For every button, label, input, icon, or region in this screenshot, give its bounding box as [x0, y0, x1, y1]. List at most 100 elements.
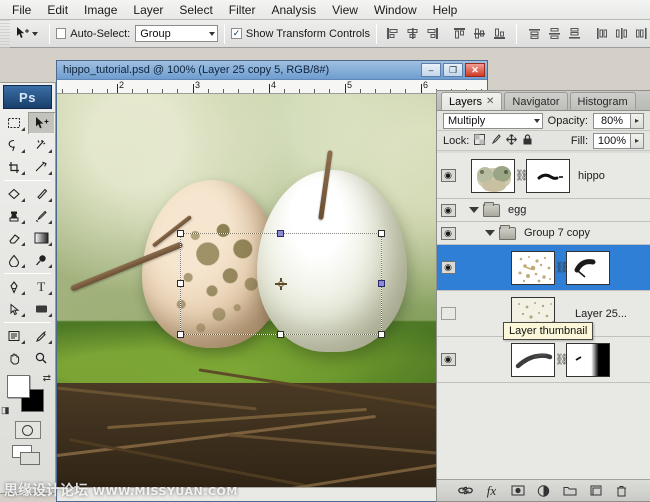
align-horizontal-centers-button[interactable]	[403, 25, 421, 43]
link-icon[interactable]: ⛓	[555, 353, 569, 366]
expand-collapse-icon[interactable]	[485, 230, 495, 236]
table-row[interactable]: ◉ ⛓	[437, 153, 650, 199]
layers-list[interactable]: ◉ ⛓ hippo ◉ egg ◉ Group 7 copy ◉ ⛓ Layer…	[437, 153, 650, 479]
brush-tool-button[interactable]	[28, 183, 56, 205]
menu-item-layer[interactable]: Layer	[125, 1, 171, 19]
branch-layer-thumbnail[interactable]	[511, 342, 555, 377]
move-tool-button[interactable]	[27, 112, 55, 134]
eyedropper-tool-button[interactable]	[28, 325, 56, 347]
eraser-tool-button[interactable]	[0, 227, 28, 249]
menu-item-select[interactable]: Select	[171, 1, 220, 19]
document-title-bar[interactable]: hippo_tutorial.psd @ 100% (Layer 25 copy…	[57, 61, 487, 80]
speckle-layer-thumbnail[interactable]	[511, 250, 555, 285]
transform-handle-top-left[interactable]	[177, 230, 184, 237]
align-left-edges-button[interactable]	[383, 25, 401, 43]
layer-visibility-toggle[interactable]: ◉	[437, 307, 459, 320]
menu-item-view[interactable]: View	[324, 1, 366, 19]
expand-collapse-icon[interactable]	[469, 207, 479, 213]
tab-histogram[interactable]: Histogram	[569, 92, 636, 110]
transform-handle-top-center[interactable]	[277, 230, 284, 237]
layer-visibility-toggle[interactable]: ◉	[437, 261, 459, 274]
tool-preset-caret-icon[interactable]	[31, 31, 38, 36]
horizontal-ruler[interactable]: 2 3 4 5 6	[57, 80, 487, 94]
distribute-top-edges-button[interactable]	[525, 25, 543, 43]
group-visibility-toggle[interactable]: ◉	[437, 226, 459, 240]
table-row[interactable]: ◉ ⛓	[437, 337, 650, 383]
quick-mask-mode-button[interactable]	[0, 421, 55, 439]
distribute-right-edges-button[interactable]	[632, 25, 650, 43]
tab-navigator[interactable]: Navigator	[504, 92, 568, 110]
auto-select-checkbox[interactable]	[55, 28, 67, 39]
screen-mode-button[interactable]	[0, 445, 55, 467]
transform-handle-bottom-right[interactable]	[378, 331, 385, 338]
distribute-left-edges-button[interactable]	[592, 25, 610, 43]
zoom-tool-button[interactable]	[28, 347, 56, 369]
table-row[interactable]: ◉ egg	[437, 199, 650, 222]
close-button[interactable]: ✕	[465, 63, 485, 77]
image-canvas[interactable]	[57, 94, 487, 501]
menu-item-analysis[interactable]: Analysis	[263, 1, 324, 19]
opacity-control[interactable]: 80% ▸	[593, 112, 644, 129]
layer-visibility-toggle[interactable]: ◉	[437, 169, 459, 182]
layer-mask-brush[interactable]	[566, 250, 610, 285]
blend-mode-dropdown[interactable]: Multiply	[443, 112, 543, 129]
align-right-edges-button[interactable]	[423, 25, 441, 43]
hippo-layer-thumbnail[interactable]	[471, 158, 515, 193]
patch-tool-button[interactable]	[0, 183, 28, 205]
menu-item-image[interactable]: Image	[76, 1, 125, 19]
layer-mask-white[interactable]	[526, 158, 570, 193]
foreground-color-swatch[interactable]	[7, 375, 30, 398]
transform-selection-box[interactable]	[177, 230, 385, 338]
transform-handle-top-right[interactable]	[378, 230, 385, 237]
link-icon[interactable]: ⛓	[555, 261, 569, 274]
options-bar-grip[interactable]	[0, 19, 10, 48]
history-brush-tool-button[interactable]	[28, 205, 56, 227]
current-tool-preview[interactable]	[10, 26, 43, 42]
layer-mask-black-white[interactable]	[566, 342, 610, 377]
layer-visibility-toggle[interactable]: ◉	[437, 353, 459, 366]
type-tool-button[interactable]: T	[28, 276, 56, 298]
dodge-tool-button[interactable]	[28, 249, 56, 271]
new-layer-icon[interactable]	[588, 483, 603, 498]
transform-reference-point[interactable]	[275, 278, 287, 290]
transform-handle-bottom-center[interactable]	[277, 331, 284, 338]
table-row[interactable]: ◉ ⛓	[437, 245, 650, 291]
transform-handle-bottom-left[interactable]	[177, 331, 184, 338]
new-group-icon[interactable]	[562, 483, 577, 498]
notes-tool-button[interactable]	[0, 325, 28, 347]
swap-colors-icon[interactable]: ⇄	[43, 373, 51, 384]
opacity-stepper[interactable]: ▸	[631, 112, 644, 129]
distribute-bottom-edges-button[interactable]	[565, 25, 583, 43]
path-selection-tool-button[interactable]	[0, 298, 28, 320]
gradient-tool-button[interactable]	[28, 227, 56, 249]
distribute-horizontal-centers-button[interactable]	[612, 25, 630, 43]
crop-tool-button[interactable]	[0, 156, 28, 178]
transform-handle-middle-left[interactable]	[177, 280, 184, 287]
align-top-edges-button[interactable]	[450, 25, 468, 43]
menu-item-file[interactable]: File	[4, 1, 39, 19]
menu-item-filter[interactable]: Filter	[221, 1, 264, 19]
slice-tool-button[interactable]	[28, 156, 56, 178]
hand-tool-button[interactable]	[0, 347, 28, 369]
menu-item-window[interactable]: Window	[366, 1, 425, 19]
lasso-tool-button[interactable]	[0, 134, 28, 156]
pen-tool-button[interactable]	[0, 276, 28, 298]
add-layer-style-icon[interactable]: fx	[484, 483, 499, 498]
link-icon[interactable]: ⛓	[515, 169, 529, 182]
align-bottom-edges-button[interactable]	[490, 25, 508, 43]
delete-layer-icon[interactable]	[614, 483, 629, 498]
fill-stepper[interactable]: ▸	[631, 132, 644, 149]
new-adjustment-layer-icon[interactable]	[536, 483, 551, 498]
clone-stamp-tool-button[interactable]	[0, 205, 28, 227]
add-layer-mask-icon[interactable]	[510, 483, 525, 498]
show-transform-controls-checkbox[interactable]: ✓	[231, 28, 242, 39]
table-row[interactable]: ◉ Group 7 copy	[437, 222, 650, 245]
fill-control[interactable]: 100% ▸	[593, 132, 644, 149]
blur-tool-button[interactable]	[0, 249, 28, 271]
distribute-vertical-centers-button[interactable]	[545, 25, 563, 43]
fill-value[interactable]: 100%	[593, 132, 631, 149]
menu-item-help[interactable]: Help	[425, 1, 466, 19]
tab-layers[interactable]: Layers ✕	[441, 92, 503, 110]
rectangle-tool-button[interactable]	[28, 298, 56, 320]
lock-all-icon[interactable]	[522, 133, 533, 148]
